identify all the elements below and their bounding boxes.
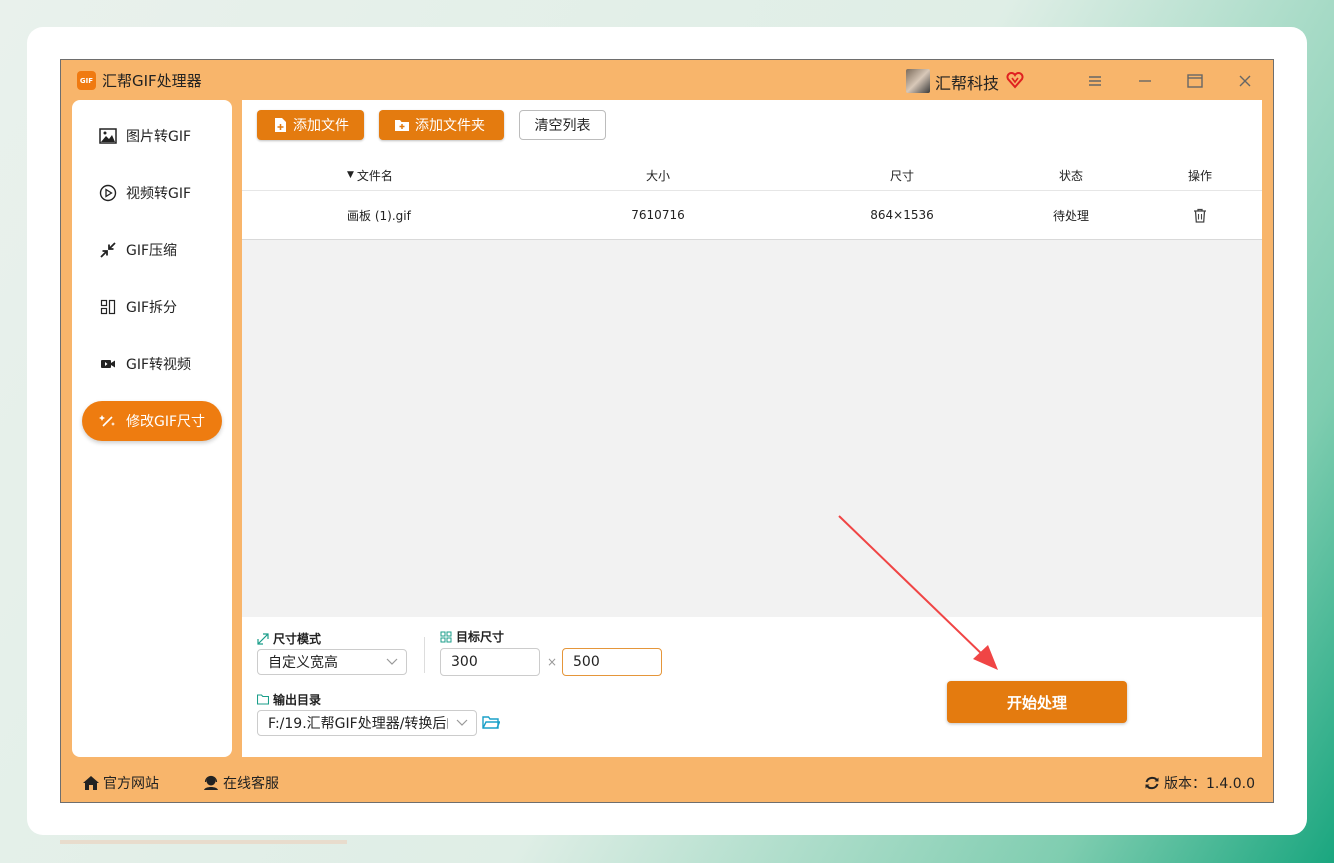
clear-list-button[interactable]: 清空列表 xyxy=(519,110,606,140)
minimize-icon[interactable] xyxy=(1132,68,1158,94)
column-header-action: 操作 xyxy=(1187,168,1213,183)
toolbar: 添加文件 添加文件夹 清空列表 xyxy=(242,100,1262,151)
app-logo-icon: GIF xyxy=(77,71,96,90)
refresh-icon xyxy=(1143,774,1161,792)
size-mode-label: 尺寸模式 xyxy=(257,630,321,647)
title-bar: GIF 汇帮GIF处理器 汇帮科技 xyxy=(61,60,1273,100)
column-header-name[interactable]: ▼ 文件名 xyxy=(347,150,393,190)
height-input[interactable] xyxy=(562,648,662,676)
footer: 官方网站 在线客服 版本：1.4.0.0 xyxy=(61,757,1273,803)
home-icon xyxy=(82,774,100,792)
divider xyxy=(424,637,425,673)
maximize-icon[interactable] xyxy=(1182,68,1208,94)
close-icon[interactable] xyxy=(1232,68,1258,94)
trash-icon[interactable] xyxy=(1193,191,1207,239)
online-support-link[interactable]: 在线客服 xyxy=(202,773,279,793)
sidebar-item-video-to-gif[interactable]: 视频转GIF xyxy=(82,173,222,213)
file-status-cell: 待处理 xyxy=(1052,208,1090,223)
split-icon xyxy=(99,298,117,316)
headset-icon xyxy=(202,774,220,792)
table-row[interactable]: 画板 (1).gif 7610716 864×1536 待处理 xyxy=(242,191,1262,240)
file-list-panel: 添加文件 添加文件夹 清空列表 ▼ 文件名 大小 尺寸 状态 操作 画板 (1)… xyxy=(242,100,1262,617)
sidebar-item-resize-gif[interactable]: 修改GIF尺寸 xyxy=(82,401,222,441)
compress-icon xyxy=(99,241,117,259)
vip-heart-icon[interactable] xyxy=(1005,70,1025,90)
column-header-size: 大小 xyxy=(645,168,671,183)
sidebar-item-label: GIF压缩 xyxy=(126,243,178,259)
image-icon xyxy=(99,127,117,145)
card-shadow xyxy=(60,840,347,844)
target-size-label: 目标尺寸 xyxy=(440,628,504,645)
version-info[interactable]: 版本：1.4.0.0 xyxy=(1143,773,1255,793)
grid-icon xyxy=(440,631,452,643)
user-avatar[interactable] xyxy=(906,69,930,93)
folder-plus-icon xyxy=(395,118,409,132)
sidebar-item-gif-to-video[interactable]: GIF转视频 xyxy=(82,344,222,384)
settings-panel: 尺寸模式 自定义宽高 目标尺寸 × 输出目录 F:/19.汇帮GIF处理器/转换… xyxy=(242,617,1262,757)
output-dir-select[interactable]: F:/19.汇帮GIF处理器/转换后的 xyxy=(257,710,477,736)
table-header: ▼ 文件名 大小 尺寸 状态 操作 xyxy=(242,150,1262,191)
sidebar: 图片转GIF 视频转GIF GIF压缩 GIF拆分 GIF转视频 修改GIF尺寸 xyxy=(72,100,232,757)
sidebar-item-label: GIF拆分 xyxy=(126,300,178,316)
start-processing-button[interactable]: 开始处理 xyxy=(947,681,1127,723)
sidebar-item-label: 视频转GIF xyxy=(126,186,192,202)
sidebar-item-label: GIF转视频 xyxy=(126,357,192,373)
add-folder-button[interactable]: 添加文件夹 xyxy=(379,110,504,140)
times-sign: × xyxy=(547,655,558,669)
video-camera-icon xyxy=(99,355,117,373)
column-header-dimensions: 尺寸 xyxy=(889,168,915,183)
add-file-button[interactable]: 添加文件 xyxy=(257,110,364,140)
output-dir-label: 输出目录 xyxy=(257,691,321,708)
folder-icon xyxy=(257,694,269,706)
file-name-cell: 画板 (1).gif xyxy=(347,208,411,223)
add-folder-label: 添加文件夹 xyxy=(415,118,485,134)
user-name[interactable]: 汇帮科技 xyxy=(935,70,999,94)
file-dimensions-cell: 864×1536 xyxy=(870,208,934,222)
magic-wand-icon xyxy=(99,412,117,430)
menu-icon[interactable] xyxy=(1082,68,1108,94)
sidebar-item-gif-split[interactable]: GIF拆分 xyxy=(82,287,222,327)
add-file-label: 添加文件 xyxy=(293,118,349,134)
play-circle-icon xyxy=(99,184,117,202)
sidebar-item-image-to-gif[interactable]: 图片转GIF xyxy=(82,116,222,156)
chevron-down-icon xyxy=(386,658,398,665)
size-mode-select[interactable]: 自定义宽高 xyxy=(257,649,407,675)
column-header-status: 状态 xyxy=(1058,168,1084,183)
app-window: GIF 汇帮GIF处理器 汇帮科技 图片转GIF 视频转GIF GIF压缩 GI… xyxy=(60,59,1274,803)
file-plus-icon xyxy=(273,118,287,132)
sidebar-item-label: 修改GIF尺寸 xyxy=(126,414,206,430)
open-folder-icon[interactable] xyxy=(482,715,500,730)
official-website-link[interactable]: 官方网站 xyxy=(82,773,159,793)
sort-down-icon: ▼ xyxy=(347,170,354,180)
sidebar-item-gif-compress[interactable]: GIF压缩 xyxy=(82,230,222,270)
file-size-cell: 7610716 xyxy=(631,208,685,222)
sidebar-item-label: 图片转GIF xyxy=(126,129,192,145)
chevron-down-icon xyxy=(456,719,468,726)
app-title: 汇帮GIF处理器 xyxy=(102,72,202,90)
resize-icon xyxy=(257,632,269,645)
width-input[interactable] xyxy=(440,648,540,676)
